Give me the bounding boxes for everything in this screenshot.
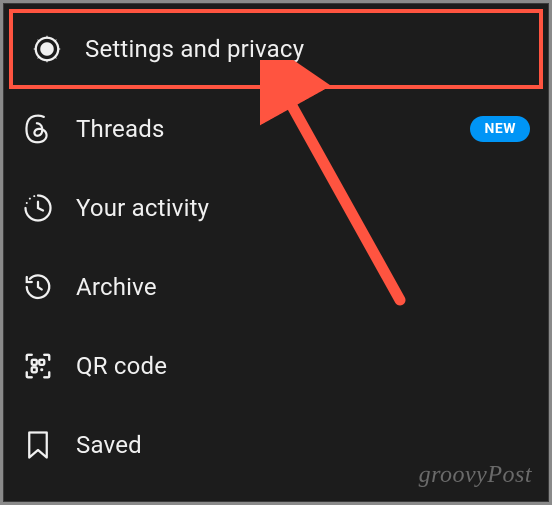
menu-item-label: Your activity (76, 194, 209, 222)
gear-icon (31, 33, 63, 65)
menu-item-qrcode[interactable]: QR code (4, 326, 548, 405)
archive-icon (22, 271, 54, 303)
new-badge: NEW (470, 116, 530, 142)
threads-icon (22, 113, 54, 145)
menu-item-activity[interactable]: Your activity (4, 168, 548, 247)
menu-item-label: Threads (76, 115, 165, 143)
menu-item-label: Archive (76, 273, 157, 301)
menu-item-label: Settings and privacy (85, 35, 304, 63)
menu-item-threads[interactable]: Threads NEW (4, 89, 548, 168)
watermark: groovyPost (419, 462, 532, 489)
menu-item-archive[interactable]: Archive (4, 247, 548, 326)
menu-item-label: Saved (76, 431, 142, 459)
menu-item-label: QR code (76, 352, 167, 380)
clock-activity-icon (22, 192, 54, 224)
bookmark-icon (22, 429, 54, 461)
qr-code-icon (22, 350, 54, 382)
menu-item-settings[interactable]: Settings and privacy (9, 9, 543, 89)
